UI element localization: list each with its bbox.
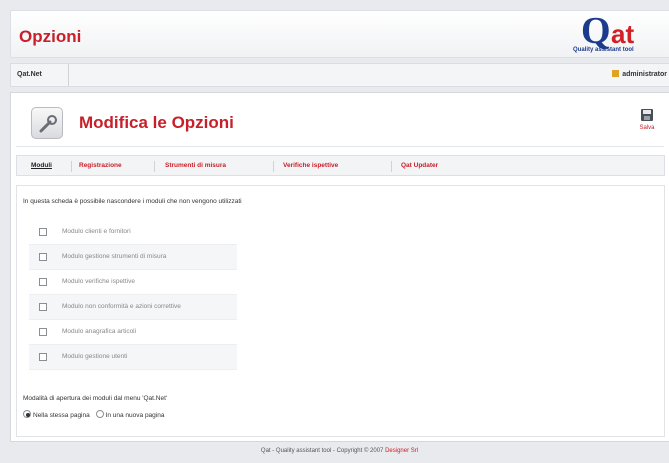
tab-divider (71, 161, 72, 172)
module-checkbox[interactable] (39, 328, 47, 336)
footer-link[interactable]: Designer Srl (385, 448, 418, 454)
module-checkbox[interactable] (39, 353, 47, 361)
footer-text: Qat - Quality assistant tool - Copyright… (260, 448, 384, 454)
module-label: Modulo clienti e fornitori (62, 228, 131, 235)
user-menu[interactable]: administrator (612, 70, 667, 78)
module-checkbox[interactable] (39, 303, 47, 311)
tab-bar: Moduli Registrazione Strumenti di misura… (16, 155, 665, 176)
list-item: Modulo gestione utenti (29, 345, 237, 370)
header: Opzioni Q at Quality assistant tool (10, 10, 669, 58)
tab-divider (273, 161, 274, 172)
logo-tagline: Quality assistant tool (573, 47, 634, 53)
username: administrator (622, 71, 667, 78)
qat-logo: Q at Quality assistant tool (569, 10, 669, 57)
save-label: Salva (639, 125, 655, 131)
opening-mode-radio-group: Nella stessa pagina In una nuova pagina (23, 410, 168, 419)
module-label: Modulo gestione utenti (62, 353, 128, 360)
page-title: Modifica le Opzioni (79, 113, 234, 132)
main-panel: Modifica le Opzioni Salva Moduli Registr… (10, 92, 669, 442)
module-label: Modulo anagrafica articoli (62, 328, 137, 335)
module-checkbox[interactable] (39, 253, 47, 261)
opening-mode-label: Modalità di apertura dei moduli dal menu… (23, 395, 168, 402)
user-icon (612, 70, 620, 77)
module-checkbox[interactable] (39, 228, 47, 236)
wrench-icon (31, 107, 63, 139)
logo-tagline-b: assistant tool (595, 47, 634, 53)
module-label: Modulo non conformità e azioni correttiv… (62, 303, 181, 310)
save-icon (641, 109, 653, 121)
tab-qat-updater[interactable]: Qat Updater (401, 162, 438, 169)
radio-new-page[interactable] (95, 410, 104, 418)
footer: Qat - Quality assistant tool - Copyright… (10, 448, 669, 454)
options-form: In questa scheda è possibile nascondere … (16, 185, 665, 437)
radio-new-page-label: In una nuova pagina (105, 412, 165, 419)
tab-registrazione[interactable]: Registrazione (79, 162, 122, 169)
save-button[interactable]: Salva (634, 107, 660, 141)
logo-tagline-a: Quality (573, 47, 594, 53)
breadcrumb-bar: Qat.Net administrator (10, 63, 669, 87)
breadcrumb-home[interactable]: Qat.Net (17, 71, 42, 78)
app-window: Opzioni Q at Quality assistant tool Qat.… (10, 8, 669, 463)
tab-divider (391, 161, 392, 172)
module-label: Modulo verifiche ispettive (62, 278, 135, 285)
tab-verifiche-ispettive[interactable]: Verifiche ispettive (283, 162, 338, 169)
list-item: Modulo gestione strumenti di misura (29, 245, 237, 270)
list-item: Modulo verifiche ispettive (29, 270, 237, 295)
breadcrumb-divider (68, 64, 69, 86)
app-title: Opzioni (19, 27, 82, 46)
list-item: Modulo clienti e fornitori (29, 220, 237, 245)
tab-moduli[interactable]: Moduli (31, 162, 52, 169)
tab-divider (154, 161, 155, 172)
list-item: Modulo anagrafica articoli (29, 320, 237, 345)
radio-same-page-label: Nella stessa pagina (33, 412, 90, 419)
module-list: Modulo clienti e fornitori Modulo gestio… (29, 220, 237, 370)
tab-strumenti-di-misura[interactable]: Strumenti di misura (165, 162, 226, 169)
module-checkbox[interactable] (39, 278, 47, 286)
intro-text: In questa scheda è possibile nascondere … (23, 198, 242, 205)
page-header: Modifica le Opzioni Salva (16, 99, 664, 147)
list-item: Modulo non conformità e azioni correttiv… (29, 295, 237, 320)
module-label: Modulo gestione strumenti di misura (62, 253, 167, 260)
logo-at: at (611, 19, 635, 49)
radio-same-page[interactable] (23, 410, 31, 418)
